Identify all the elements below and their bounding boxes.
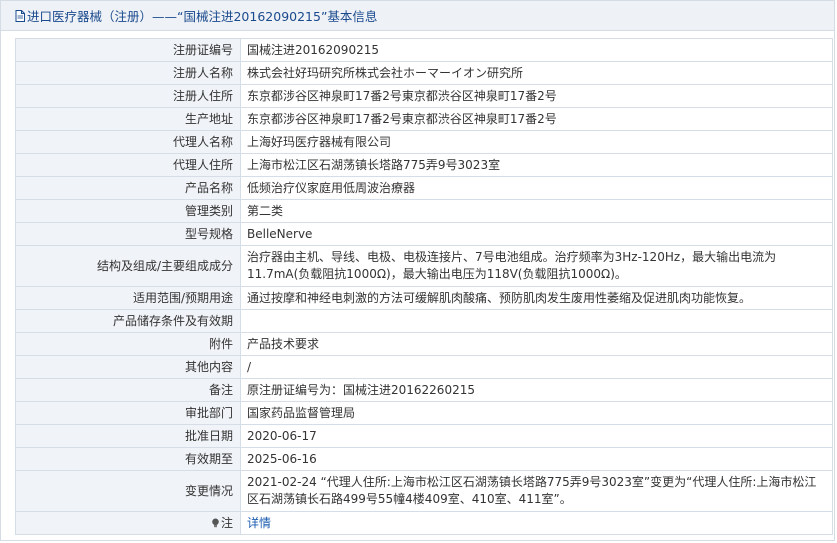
table-row: 注册证编号 国械注进20162090215: [15, 38, 833, 62]
row-value: 产品技术要求: [240, 332, 833, 356]
table-row: 生产地址 东京都涉谷区神泉町17番2号東京都渋谷区神泉町17番2号: [15, 107, 833, 131]
document-icon: [15, 9, 25, 22]
row-label: 批准日期: [15, 424, 241, 448]
table-row: 备注 原注册证编号为：国械注进20162260215: [15, 378, 833, 402]
table-row: 注册人名称 株式会社好玛研究所株式会社ホーマーイオン研究所: [15, 61, 833, 85]
note-value-cell: 详情: [240, 511, 833, 535]
row-value: 国械注进20162090215: [240, 38, 833, 62]
table-row: 审批部门 国家药品监督管理局: [15, 401, 833, 425]
row-label: 代理人住所: [15, 153, 241, 177]
row-label: 备注: [15, 378, 241, 402]
row-value: 东京都涉谷区神泉町17番2号東京都渋谷区神泉町17番2号: [240, 107, 833, 131]
row-label: 注册人名称: [15, 61, 241, 85]
lightbulb-icon: [212, 518, 219, 527]
row-label: 产品储存条件及有效期: [15, 309, 241, 333]
row-label: 附件: [15, 332, 241, 356]
row-label: 管理类别: [15, 199, 241, 223]
row-label: 有效期至: [15, 447, 241, 471]
table-row: 变更情况 2021-02-24 “代理人住所:上海市松江区石湖荡镇长塔路775弄…: [15, 470, 833, 512]
row-label: 产品名称: [15, 176, 241, 200]
row-label: 其他内容: [15, 355, 241, 379]
table-row: 注 详情: [15, 511, 833, 535]
table-row: 适用范围/预期用途 通过按摩和神经电刺激的方法可缓解肌肉酸痛、预防肌肉发生废用性…: [15, 286, 833, 310]
row-label: 审批部门: [15, 401, 241, 425]
table-row: 代理人住所 上海市松江区石湖荡镇长塔路775弄9号3023室: [15, 153, 833, 177]
table-row: 注册人住所 东京都涉谷区神泉町17番2号東京都渋谷区神泉町17番2号: [15, 84, 833, 108]
row-label: 型号规格: [15, 222, 241, 246]
row-value: 第二类: [240, 199, 833, 223]
row-value: 通过按摩和神经电刺激的方法可缓解肌肉酸痛、预防肌肉发生废用性萎缩及促进肌肉功能恢…: [240, 286, 833, 310]
row-value: BelleNerve: [240, 222, 833, 246]
row-value: 低频治疗仪家庭用低周波治療器: [240, 176, 833, 200]
row-label: 代理人名称: [15, 130, 241, 154]
row-value: 国家药品监督管理局: [240, 401, 833, 425]
table-row: 批准日期 2020-06-17: [15, 424, 833, 448]
row-value: 2025-06-16: [240, 447, 833, 471]
row-value: 2021-02-24 “代理人住所:上海市松江区石湖荡镇长塔路775弄9号302…: [240, 470, 833, 512]
row-value: 原注册证编号为：国械注进20162260215: [240, 378, 833, 402]
note-label: 注: [220, 515, 233, 530]
row-label: 变更情况: [15, 470, 241, 512]
table-row: 其他内容 /: [15, 355, 833, 379]
table-row: 产品名称 低频治疗仪家庭用低周波治療器: [15, 176, 833, 200]
note-label-cell: 注: [15, 511, 241, 535]
table-row: 附件 产品技术要求: [15, 332, 833, 356]
table-row: 结构及组成/主要组成成分 治疗器由主机、导线、电极、电极连接片、7号电池组成。治…: [15, 245, 833, 287]
row-value: 株式会社好玛研究所株式会社ホーマーイオン研究所: [240, 61, 833, 85]
row-value: 治疗器由主机、导线、电极、电极连接片、7号电池组成。治疗频率为3Hz-120Hz…: [240, 245, 833, 287]
row-label: 注册人住所: [15, 84, 241, 108]
row-value: 上海市松江区石湖荡镇长塔路775弄9号3023室: [240, 153, 833, 177]
info-table: 注册证编号 国械注进20162090215 注册人名称 株式会社好玛研究所株式会…: [15, 38, 833, 535]
row-label: 注册证编号: [15, 38, 241, 62]
table-row: 产品储存条件及有效期: [15, 309, 833, 333]
table-row: 代理人名称 上海好玛医疗器械有限公司: [15, 130, 833, 154]
row-label: 结构及组成/主要组成成分: [15, 245, 241, 287]
details-link[interactable]: 详情: [247, 516, 271, 530]
table-row: 有效期至 2025-06-16: [15, 447, 833, 471]
row-value: 2020-06-17: [240, 424, 833, 448]
row-value: /: [240, 355, 833, 379]
page-title: 进口医疗器械（注册）——“国械注进20162090215”基本信息: [27, 9, 378, 24]
table-row: 型号规格 BelleNerve: [15, 222, 833, 246]
table-row: 管理类别 第二类: [15, 199, 833, 223]
page-header: 进口医疗器械（注册）——“国械注进20162090215”基本信息: [0, 0, 835, 31]
row-label: 适用范围/预期用途: [15, 286, 241, 310]
row-value: [240, 309, 833, 333]
row-value: 上海好玛医疗器械有限公司: [240, 130, 833, 154]
row-value: 东京都涉谷区神泉町17番2号東京都渋谷区神泉町17番2号: [240, 84, 833, 108]
row-label: 生产地址: [15, 107, 241, 131]
